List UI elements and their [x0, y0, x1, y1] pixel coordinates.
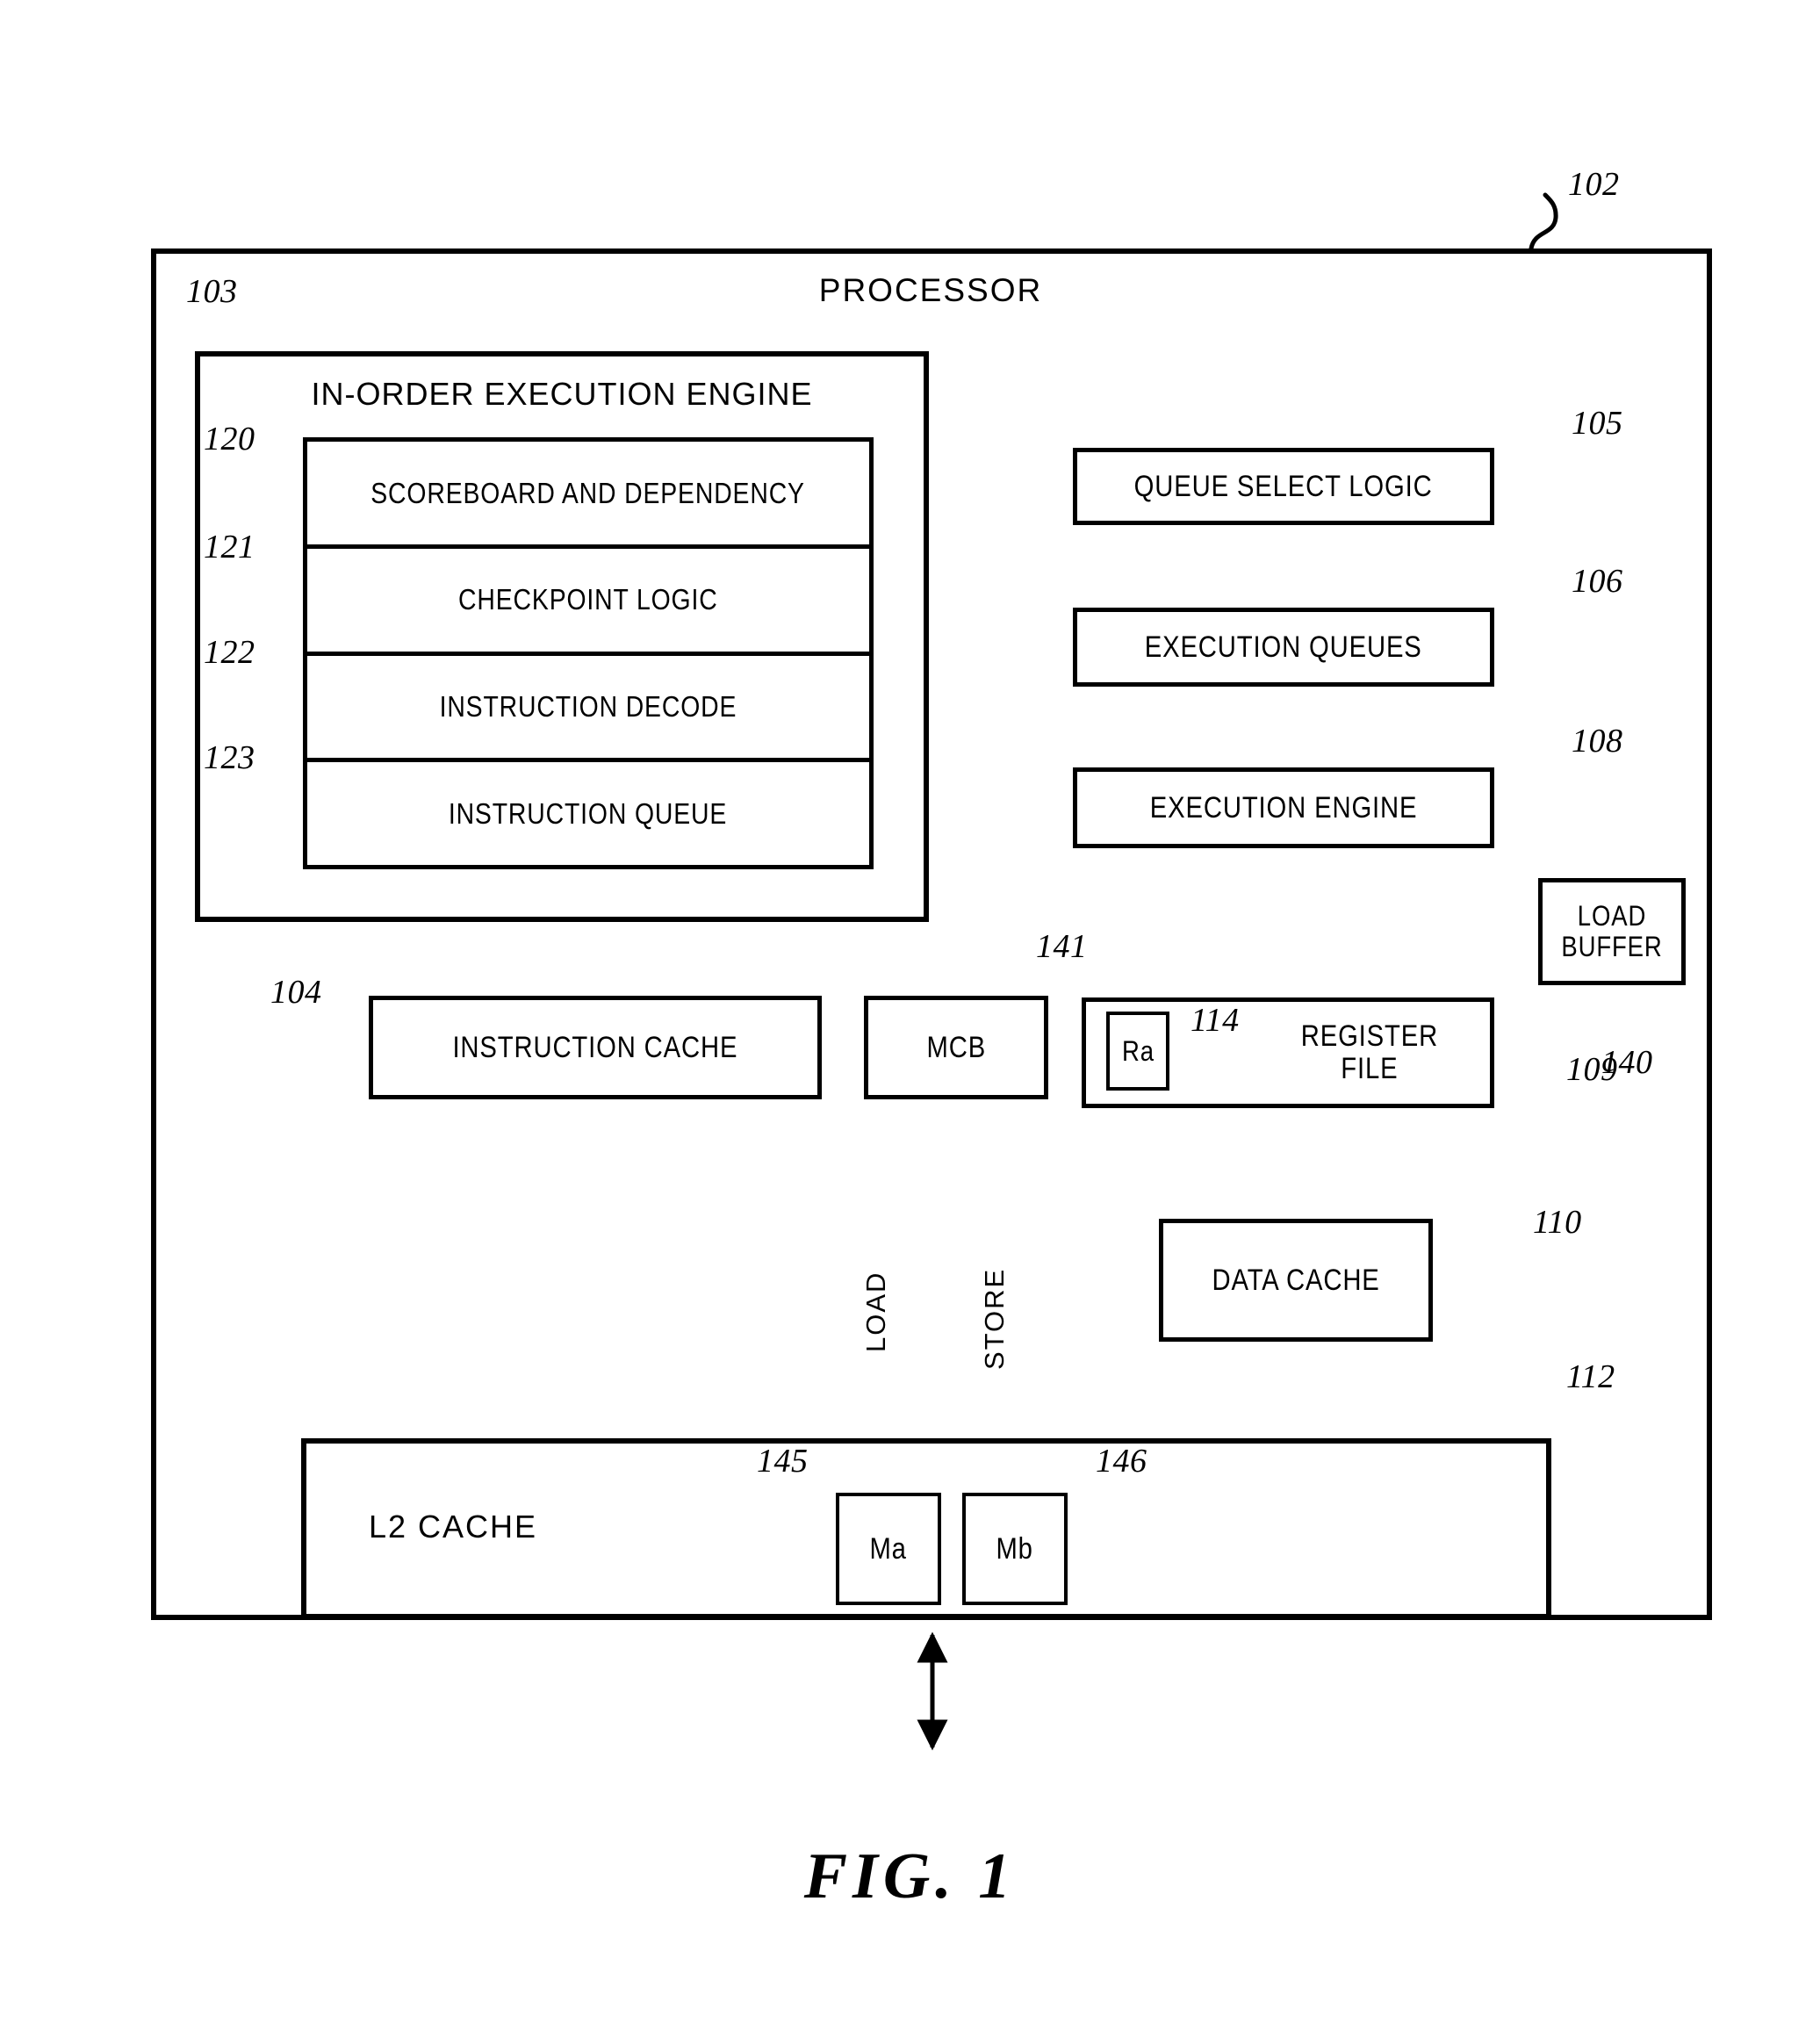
block-label: Mb — [996, 1531, 1034, 1566]
block-label: INSTRUCTION DECODE — [439, 690, 737, 724]
block-ma[interactable]: Ma — [836, 1493, 946, 1610]
in-order-execution-engine-title: IN-ORDER EXECUTION ENGINE — [311, 376, 813, 412]
ref-102: 102 — [1568, 166, 1620, 203]
block-instruction-queue[interactable]: INSTRUCTION QUEUE — [307, 762, 869, 865]
block-label: EXECUTION ENGINE — [1149, 790, 1418, 825]
edge-label-load: LOAD — [860, 1271, 891, 1352]
block-checkpoint-logic[interactable]: CHECKPOINT LOGIC — [307, 549, 869, 656]
block-label: INSTRUCTION CACHE — [452, 1030, 738, 1064]
in-order-engine-stack: SCOREBOARD AND DEPENDENCY CHECKPOINT LOG… — [303, 437, 877, 873]
ref-104: 104 — [270, 974, 322, 1011]
block-label: INSTRUCTION QUEUE — [449, 796, 728, 830]
ref-105: 105 — [1572, 405, 1623, 442]
ref-120: 120 — [204, 421, 255, 457]
block-ra-register[interactable]: Ra — [1106, 1012, 1174, 1095]
ref-145: 145 — [757, 1443, 809, 1480]
block-label: REGISTER FILE — [1300, 1019, 1439, 1085]
processor-title: PROCESSOR — [818, 272, 1043, 308]
block-label: DATA CACHE — [1212, 1263, 1380, 1297]
ref-110: 110 — [1533, 1204, 1582, 1241]
block-scoreboard-and-dependency[interactable]: SCOREBOARD AND DEPENDENCY — [307, 442, 869, 549]
block-label: SCOREBOARD AND DEPENDENCY — [370, 476, 806, 509]
ref-106: 106 — [1572, 563, 1623, 600]
block-instruction-decode[interactable]: INSTRUCTION DECODE — [307, 656, 869, 763]
block-execution-queues[interactable]: EXECUTION QUEUES — [1073, 608, 1498, 690]
block-mcb[interactable]: MCB — [864, 996, 1052, 1103]
block-label: Ra — [1121, 1034, 1155, 1067]
leader-102 — [1529, 192, 1558, 251]
block-label: LOAD BUFFER — [1561, 900, 1663, 962]
ref-112: 112 — [1566, 1358, 1615, 1395]
ref-146: 146 — [1096, 1443, 1147, 1480]
block-load-buffer[interactable]: LOAD BUFFER — [1538, 878, 1689, 989]
figure-caption: FIG. 1 — [803, 1840, 1017, 1912]
block-label: QUEUE SELECT LOGIC — [1134, 469, 1433, 503]
ref-121: 121 — [204, 529, 255, 565]
ref-114: 114 — [1191, 1002, 1240, 1039]
edge-label-store: STORE — [979, 1267, 1010, 1370]
block-label: EXECUTION QUEUES — [1145, 630, 1422, 664]
block-label: L2 CACHE — [369, 1509, 538, 1545]
block-label: MCB — [926, 1030, 986, 1064]
block-execution-engine[interactable]: EXECUTION ENGINE — [1073, 767, 1498, 852]
block-data-cache[interactable]: DATA CACHE — [1159, 1219, 1436, 1345]
ref-123: 123 — [204, 739, 255, 776]
block-label: CHECKPOINT LOGIC — [458, 583, 718, 616]
block-instruction-cache[interactable]: INSTRUCTION CACHE — [369, 996, 825, 1103]
block-label: Ma — [869, 1531, 908, 1566]
ref-141: 141 — [1036, 928, 1088, 965]
block-mb[interactable]: Mb — [962, 1493, 1072, 1610]
patent-figure: PROCESSOR 102 IN-ORDER EXECUTION ENGINE … — [0, 0, 1820, 2038]
block-queue-select-logic[interactable]: QUEUE SELECT LOGIC — [1073, 448, 1498, 529]
ref-103: 103 — [186, 273, 238, 310]
ref-109: 109 — [1566, 1051, 1618, 1088]
ref-122: 122 — [204, 634, 255, 671]
ref-108: 108 — [1572, 723, 1623, 760]
